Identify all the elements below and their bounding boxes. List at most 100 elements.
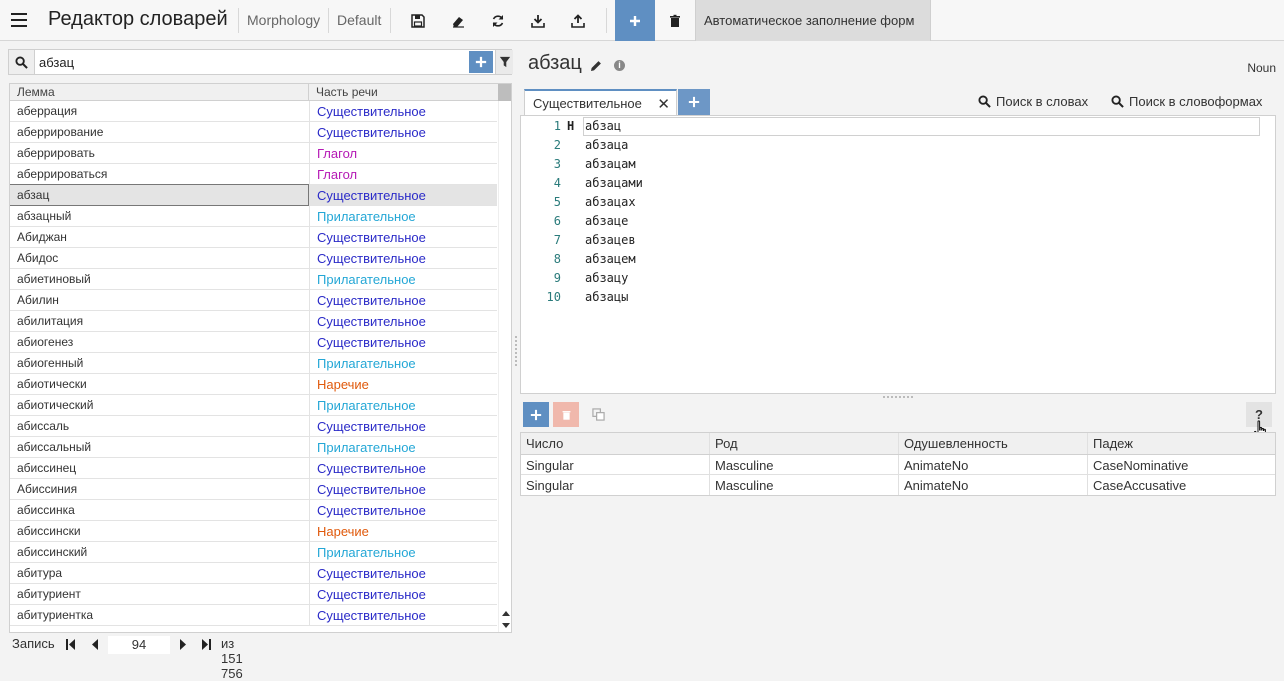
pos-cell[interactable]: Глагол	[309, 164, 497, 184]
pos-cell[interactable]: Существительное	[309, 584, 497, 604]
column-header-pos[interactable]: Часть речи	[316, 85, 378, 99]
pos-cell[interactable]: Прилагательное	[309, 269, 497, 289]
table-row[interactable]: абиотический Прилагательное	[10, 395, 497, 416]
search-input[interactable]: абзац	[39, 55, 74, 70]
editor-line[interactable]: 3 абзацам	[521, 155, 1275, 174]
pos-cell[interactable]: Существительное	[309, 227, 497, 247]
wordform-text[interactable]: абзацы	[585, 290, 628, 304]
lemma-cell[interactable]: абиетиновый	[10, 269, 308, 289]
add-button[interactable]	[615, 0, 655, 41]
menu-icon[interactable]	[11, 13, 27, 27]
column-header-lemma[interactable]: Лемма	[17, 85, 55, 99]
delete-button[interactable]	[656, 0, 694, 41]
table-row[interactable]: Абидос Существительное	[10, 248, 497, 269]
vertical-splitter[interactable]	[515, 336, 518, 366]
autofill-forms-button[interactable]: Автоматическое заполнение форм	[695, 0, 931, 41]
editor-line[interactable]: 9 абзацу	[521, 269, 1275, 288]
table-row[interactable]: абиссинец Существительное	[10, 458, 497, 479]
table-row[interactable]: абзац Существительное	[10, 184, 497, 206]
grammeme-cell[interactable]: AnimateNo	[898, 475, 1087, 495]
grammeme-cell[interactable]: CaseNominative	[1087, 455, 1275, 474]
lemma-cell[interactable]: абиогенный	[10, 353, 308, 373]
editor-line[interactable]: 6 абзаце	[521, 212, 1275, 231]
breadcrumb-morphology[interactable]: Morphology	[247, 12, 320, 28]
pos-cell[interactable]: Прилагательное	[309, 353, 497, 373]
editor-line[interactable]: 10 абзацы	[521, 288, 1275, 307]
table-row[interactable]: Абиджан Существительное	[10, 227, 497, 248]
grammeme-cell[interactable]: Singular	[521, 475, 709, 495]
table-row[interactable]: абиетиновый Прилагательное	[10, 269, 497, 290]
pos-cell[interactable]: Прилагательное	[309, 437, 497, 457]
table-row[interactable]: Singular Masculine AnimateNo CaseNominative	[521, 455, 1275, 475]
add-tab-button[interactable]	[678, 89, 710, 115]
wordform-text[interactable]: абзаца	[585, 138, 628, 152]
pos-cell[interactable]: Существительное	[309, 605, 497, 625]
table-row[interactable]: абитура Существительное	[10, 563, 497, 584]
pos-cell[interactable]: Существительное	[309, 563, 497, 583]
table-row[interactable]: абилитация Существительное	[10, 311, 497, 332]
lemma-cell[interactable]: аберрирование	[10, 122, 308, 142]
pos-cell[interactable]: Наречие	[309, 374, 497, 394]
refresh-button[interactable]	[479, 0, 517, 41]
column-header[interactable]: Число	[521, 433, 709, 454]
lemma-cell[interactable]: абиогенез	[10, 332, 308, 352]
tab-noun[interactable]: Существительное ✕	[524, 89, 677, 115]
pos-cell[interactable]: Существительное	[309, 185, 497, 205]
search-in-words-link[interactable]: Поиск в словах	[978, 94, 1088, 109]
prev-page-icon[interactable]	[92, 639, 99, 650]
grammeme-cell[interactable]: AnimateNo	[898, 455, 1087, 474]
filter-button[interactable]	[495, 50, 513, 74]
table-row[interactable]: аберрироваться Глагол	[10, 164, 497, 185]
grammeme-cell[interactable]: Singular	[521, 455, 709, 474]
copy-grammeme-button[interactable]	[585, 402, 611, 427]
lemma-cell[interactable]: абиотически	[10, 374, 308, 394]
table-row[interactable]: абиссинка Существительное	[10, 500, 497, 521]
scroll-down-icon[interactable]	[502, 623, 510, 628]
table-row[interactable]: аберрировать Глагол	[10, 143, 497, 164]
column-header[interactable]: Род	[709, 433, 898, 454]
add-grammeme-button[interactable]	[523, 402, 549, 427]
wordform-text[interactable]: абзацами	[585, 176, 643, 190]
info-icon[interactable]: i	[614, 60, 625, 71]
lemma-cell[interactable]: абиссальный	[10, 437, 308, 457]
editor-line[interactable]: 2 абзаца	[521, 136, 1275, 155]
lemma-cell[interactable]: абиссаль	[10, 416, 308, 436]
save-button[interactable]	[399, 0, 437, 41]
close-icon[interactable]: ✕	[657, 95, 670, 113]
page-number-input[interactable]: 94	[108, 636, 170, 654]
wordform-text[interactable]: абзаце	[585, 214, 628, 228]
wordform-text[interactable]: абзацам	[585, 157, 636, 171]
lemma-cell[interactable]: Абидос	[10, 248, 308, 268]
pos-cell[interactable]: Существительное	[309, 248, 497, 268]
pos-cell[interactable]: Существительное	[309, 458, 497, 478]
table-row[interactable]: аберрирование Существительное	[10, 122, 497, 143]
edit-icon[interactable]	[590, 60, 602, 72]
table-row[interactable]: абиссаль Существительное	[10, 416, 497, 437]
pos-cell[interactable]: Существительное	[309, 122, 497, 142]
breadcrumb-default[interactable]: Default	[337, 12, 381, 28]
lemma-cell[interactable]: абиссинка	[10, 500, 308, 520]
wordform-text[interactable]: абзацев	[585, 233, 636, 247]
pos-cell[interactable]: Существительное	[309, 479, 497, 499]
scroll-up-icon[interactable]	[502, 611, 510, 616]
table-row[interactable]: абитуриент Существительное	[10, 584, 497, 605]
next-page-icon[interactable]	[180, 639, 187, 650]
editor-line[interactable]: 4 абзацами	[521, 174, 1275, 193]
pos-cell[interactable]: Прилагательное	[309, 206, 497, 226]
table-row[interactable]: Абиссиния Существительное	[10, 479, 497, 500]
lemma-cell[interactable]: Абиссиния	[10, 479, 308, 499]
lemma-cell[interactable]: абитуриентка	[10, 605, 308, 625]
wordform-text[interactable]: абзацем	[585, 252, 636, 266]
lemma-cell[interactable]: абиссинец	[10, 458, 308, 478]
lemma-cell[interactable]: абитура	[10, 563, 308, 583]
pos-cell[interactable]: Прилагательное	[309, 542, 497, 562]
table-row[interactable]: Singular Masculine AnimateNo CaseAccusative	[521, 475, 1275, 495]
search-in-wordforms-link[interactable]: Поиск в словоформах	[1111, 94, 1262, 109]
table-row[interactable]: аберрация Существительное	[10, 101, 497, 122]
pos-cell[interactable]: Прилагательное	[309, 395, 497, 415]
table-row[interactable]: Абилин Существительное	[10, 290, 497, 311]
clear-button[interactable]	[439, 0, 477, 41]
first-page-icon[interactable]	[66, 639, 76, 650]
grammeme-cell[interactable]: CaseAccusative	[1087, 475, 1275, 495]
pos-cell[interactable]: Существительное	[309, 290, 497, 310]
